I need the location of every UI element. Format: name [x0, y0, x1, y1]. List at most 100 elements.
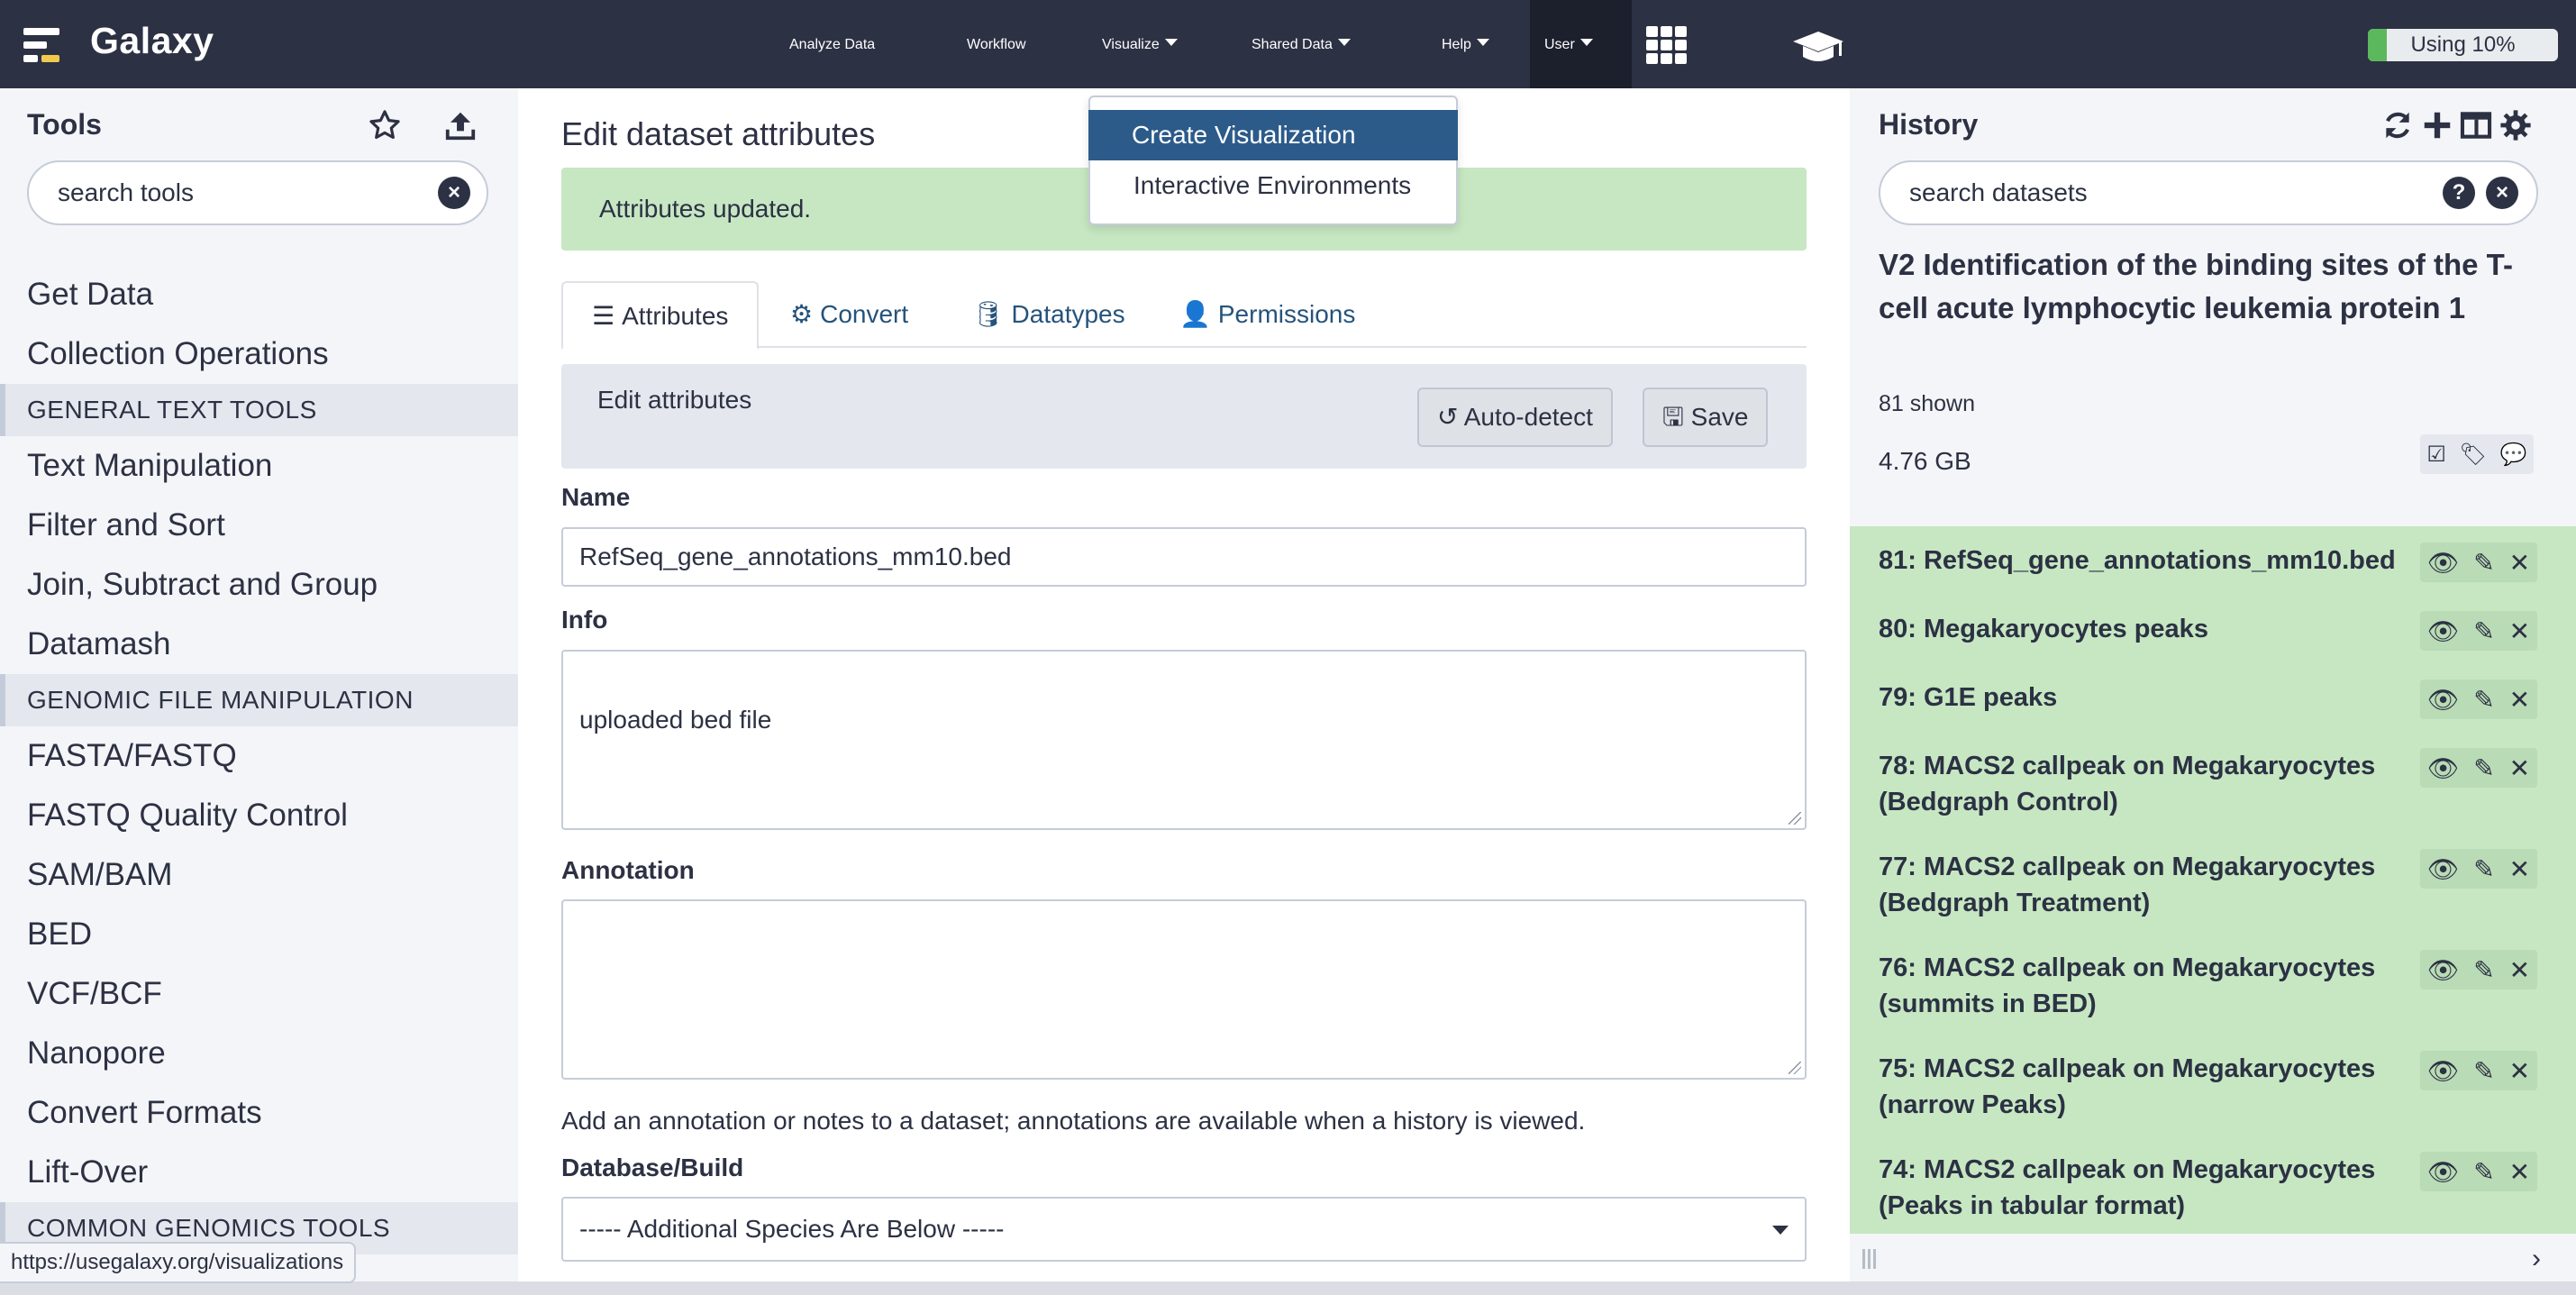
menu-item-interactive-environments[interactable]: Interactive Environments	[1090, 160, 1456, 211]
dataset-item[interactable]: 79: G1E peaks 👁 ✎ ✕	[1850, 663, 2576, 732]
eye-icon[interactable]: 👁	[2427, 685, 2460, 715]
delete-icon[interactable]: ✕	[2509, 753, 2530, 783]
clear-search-icon[interactable]: ×	[2486, 177, 2518, 209]
delete-icon[interactable]: ✕	[2509, 1157, 2530, 1187]
dataset-title[interactable]: 75: MACS2 callpeak on Megakaryocytes (na…	[1879, 1051, 2419, 1123]
quota-meter[interactable]: Using 10%	[2368, 29, 2558, 61]
dataset-item[interactable]: 77: MACS2 callpeak on Megakaryocytes (Be…	[1850, 833, 2576, 934]
select-items-icon[interactable]: ☑	[2426, 442, 2446, 468]
tool-link[interactable]: BED	[0, 905, 518, 964]
help-icon[interactable]: ?	[2443, 177, 2475, 209]
dataset-list: 81: RefSeq_gene_annotations_mm10.bed 👁 ✎ ✕ 8…	[1850, 526, 2576, 1234]
tool-link[interactable]: Nanopore	[0, 1024, 518, 1083]
dataset-item[interactable]: 81: RefSeq_gene_annotations_mm10.bed 👁 ✎ ✕	[1850, 526, 2576, 595]
dataset-item[interactable]: 80: Megakaryocytes peaks 👁 ✎ ✕	[1850, 595, 2576, 663]
tool-link[interactable]: Datamash	[0, 615, 518, 674]
info-textarea[interactable]: uploaded bed file	[561, 650, 1807, 830]
dataset-title[interactable]: 74: MACS2 callpeak on Megakaryocytes (Pe…	[1879, 1152, 2419, 1224]
dataset-item[interactable]: 74: MACS2 callpeak on Megakaryocytes (Pe…	[1850, 1135, 2576, 1236]
save-button[interactable]: 🖫 Save	[1643, 388, 1769, 447]
pencil-icon[interactable]: ✎	[2473, 1157, 2494, 1187]
tool-link[interactable]: FASTA/FASTQ	[0, 726, 518, 786]
eye-icon[interactable]: 👁	[2427, 1157, 2460, 1187]
delete-icon[interactable]: ✕	[2509, 1056, 2530, 1086]
columns-icon[interactable]	[2459, 108, 2493, 142]
dataset-title[interactable]: 79: G1E peaks	[1879, 679, 2419, 716]
tool-link[interactable]: Filter and Sort	[0, 496, 518, 555]
gear-icon[interactable]	[2499, 108, 2533, 142]
eye-icon[interactable]: 👁	[2427, 616, 2460, 646]
dataset-title[interactable]: 77: MACS2 callpeak on Megakaryocytes (Be…	[1879, 849, 2419, 921]
tool-link[interactable]: SAM/BAM	[0, 845, 518, 905]
tab-permissions[interactable]: 👤 Permissions	[1179, 281, 1355, 350]
delete-icon[interactable]: ✕	[2509, 616, 2530, 646]
tab-convert[interactable]: ⚙ Convert	[790, 281, 908, 350]
delete-icon[interactable]: ✕	[2509, 854, 2530, 884]
delete-icon[interactable]: ✕	[2509, 955, 2530, 985]
tool-link[interactable]: Join, Subtract and Group	[0, 555, 518, 615]
history-shown-count[interactable]: 81 shown	[1879, 391, 1975, 417]
tool-link[interactable]: Text Manipulation	[0, 436, 518, 496]
nav-shared-data[interactable]: Shared Data	[1252, 0, 1351, 88]
eye-icon[interactable]: 👁	[2427, 955, 2460, 985]
pencil-icon[interactable]: ✎	[2473, 616, 2494, 646]
dataset-title[interactable]: 80: Megakaryocytes peaks	[1879, 611, 2419, 647]
history-name[interactable]: V2 Identification of the binding sites o…	[1879, 243, 2554, 330]
annotation-textarea[interactable]	[561, 899, 1807, 1080]
tags-icon[interactable]: 🏷	[2460, 442, 2487, 468]
upload-icon[interactable]	[443, 108, 478, 142]
tool-link[interactable]: VCF/BCF	[0, 964, 518, 1024]
dataset-item[interactable]: 76: MACS2 callpeak on Megakaryocytes (su…	[1850, 934, 2576, 1035]
dataset-item[interactable]: 75: MACS2 callpeak on Megakaryocytes (na…	[1850, 1035, 2576, 1135]
panel-drag-handle[interactable]	[1862, 1249, 1877, 1269]
nav-visualize[interactable]: Visualize	[1102, 0, 1178, 88]
resize-grip-icon[interactable]	[1789, 1062, 1801, 1074]
plus-icon[interactable]	[2420, 108, 2454, 142]
menu-item-create-visualization[interactable]: Create Visualization	[1088, 110, 1458, 160]
eye-icon[interactable]: 👁	[2427, 854, 2460, 884]
dataset-title[interactable]: 81: RefSeq_gene_annotations_mm10.bed	[1879, 543, 2419, 579]
dataset-item[interactable]: 78: MACS2 callpeak on Megakaryocytes (Be…	[1850, 732, 2576, 833]
chevron-right-icon[interactable]: ›	[2532, 1244, 2541, 1274]
dbkey-select[interactable]: ----- Additional Species Are Below -----	[561, 1197, 1807, 1262]
nav-workflow[interactable]: Workflow	[967, 0, 1026, 88]
tool-link[interactable]: Lift-Over	[0, 1143, 518, 1202]
pencil-icon[interactable]: ✎	[2473, 955, 2494, 985]
clear-search-icon[interactable]: ×	[438, 177, 470, 209]
pencil-icon[interactable]: ✎	[2473, 854, 2494, 884]
dataset-title[interactable]: 76: MACS2 callpeak on Megakaryocytes (su…	[1879, 950, 2419, 1022]
tool-link[interactable]: FASTQ Quality Control	[0, 786, 518, 845]
refresh-icon[interactable]	[2380, 108, 2415, 142]
delete-icon[interactable]: ✕	[2509, 685, 2530, 715]
annotation-icon[interactable]: 💬	[2500, 442, 2527, 468]
tab-datatypes[interactable]: 🛢 Datatypes	[972, 281, 1125, 350]
tool-link[interactable]: Convert Formats	[0, 1083, 518, 1143]
eye-icon[interactable]: 👁	[2427, 753, 2460, 783]
star-icon[interactable]	[368, 108, 402, 142]
tool-search-input[interactable]: search tools	[27, 160, 488, 225]
tab-attributes[interactable]: ☰ Attributes	[561, 281, 760, 350]
tool-link[interactable]: Get Data	[0, 265, 518, 324]
auto-detect-button[interactable]: ↺ Auto-detect	[1417, 388, 1613, 447]
eye-icon[interactable]: 👁	[2427, 548, 2460, 578]
galaxy-logo-icon[interactable]	[23, 26, 63, 66]
pencil-icon[interactable]: ✎	[2473, 548, 2494, 578]
nav-help[interactable]: Help	[1442, 0, 1489, 88]
delete-icon[interactable]: ✕	[2509, 548, 2530, 578]
dataset-actions: 👁 ✎ ✕	[2420, 849, 2537, 889]
tool-link[interactable]: Collection Operations	[0, 324, 518, 384]
grid-icon[interactable]	[1646, 26, 1688, 64]
name-input[interactable]: RefSeq_gene_annotations_mm10.bed	[561, 527, 1807, 587]
nav-user[interactable]: User	[1530, 0, 1632, 88]
brand-name[interactable]: Galaxy	[90, 20, 214, 62]
eye-icon[interactable]: 👁	[2427, 1056, 2460, 1086]
graduation-cap-icon[interactable]	[1791, 30, 1845, 64]
pencil-icon[interactable]: ✎	[2473, 685, 2494, 715]
dataset-actions: 👁 ✎ ✕	[2420, 611, 2537, 651]
resize-grip-icon[interactable]	[1789, 812, 1801, 825]
pencil-icon[interactable]: ✎	[2473, 753, 2494, 783]
nav-analyze-data[interactable]: Analyze Data	[789, 0, 875, 88]
dataset-title[interactable]: 78: MACS2 callpeak on Megakaryocytes (Be…	[1879, 748, 2419, 820]
pencil-icon[interactable]: ✎	[2473, 1056, 2494, 1086]
history-search-input[interactable]: search datasets	[1879, 160, 2538, 225]
